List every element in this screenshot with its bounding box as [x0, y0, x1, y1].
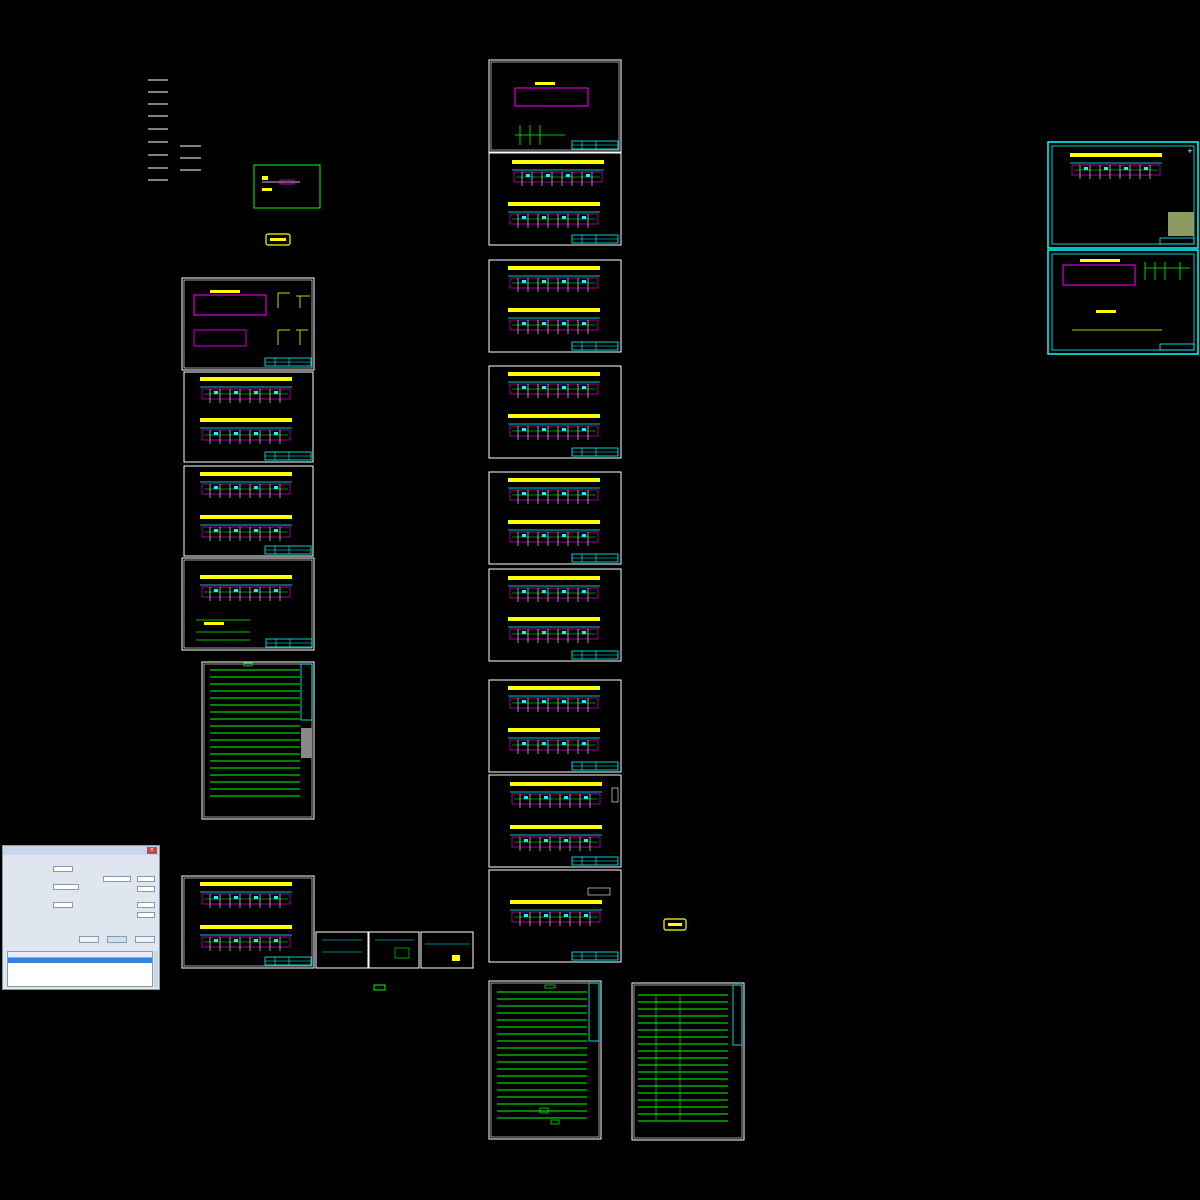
- properties-dialog[interactable]: ×: [2, 845, 160, 990]
- field-3[interactable]: [53, 902, 73, 908]
- field-4[interactable]: [103, 876, 131, 882]
- crosshair-icon: +: [1187, 147, 1193, 155]
- field-8[interactable]: [137, 912, 155, 918]
- results-table[interactable]: [7, 951, 153, 987]
- table-row-selected[interactable]: [8, 958, 152, 963]
- field-1[interactable]: [53, 866, 73, 872]
- dialog-button-2[interactable]: [107, 936, 127, 943]
- field-7[interactable]: [137, 902, 155, 908]
- field-5[interactable]: [137, 876, 155, 882]
- close-icon[interactable]: ×: [147, 847, 157, 854]
- field-6[interactable]: [137, 886, 155, 892]
- field-2[interactable]: [53, 884, 79, 890]
- dialog-button-1[interactable]: [79, 936, 99, 943]
- table-scrollbar[interactable]: [154, 951, 158, 987]
- dialog-title: [3, 846, 159, 855]
- dialog-button-3[interactable]: [135, 936, 155, 943]
- cad-model-space[interactable]: +: [0, 0, 1200, 1200]
